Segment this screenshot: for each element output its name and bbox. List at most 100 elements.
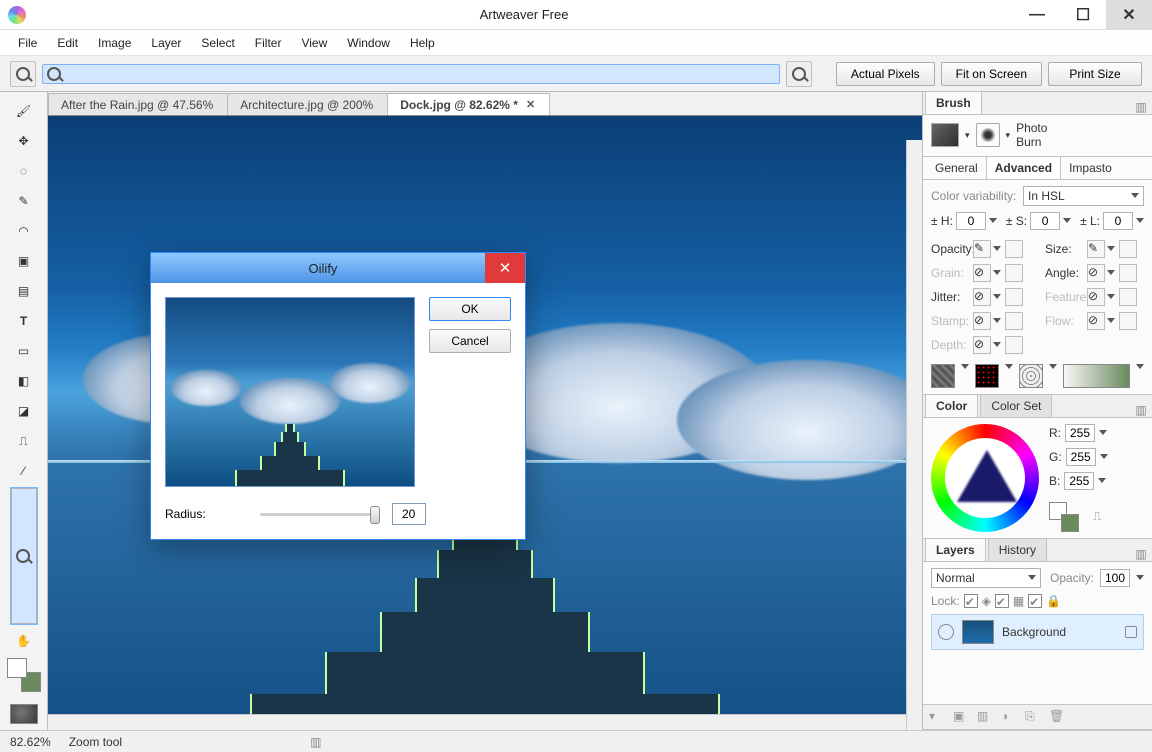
status-handle-icon[interactable]: ▥ [310,735,321,749]
dialog-close-button[interactable]: ✕ [485,253,525,283]
zoom-tool-icon[interactable] [11,488,37,624]
radius-slider[interactable] [260,504,380,524]
menu-filter[interactable]: Filter [245,32,292,54]
fit-on-screen-button[interactable]: Fit on Screen [941,62,1042,86]
toggle-icon[interactable] [1119,240,1137,258]
color-wheel[interactable] [931,424,1039,532]
toggle-icon[interactable] [1119,312,1137,330]
duplicate-layer-icon[interactable]: ⎘ [1025,709,1041,725]
chevron-down-icon[interactable] [1005,364,1013,369]
actual-pixels-button[interactable]: Actual Pixels [836,62,935,86]
expr-icon[interactable]: ⊘ [973,336,991,354]
brush-subtab-advanced[interactable]: Advanced [986,157,1061,179]
menu-select[interactable]: Select [191,32,244,54]
fill-tool-icon[interactable]: ▭ [11,338,37,364]
menu-help[interactable]: Help [400,32,445,54]
chevron-down-icon[interactable] [993,318,1001,323]
window-minimize-button[interactable]: — [1014,0,1060,30]
expr-icon[interactable]: ✎ [1087,240,1105,258]
crop-tool-icon[interactable]: ▣ [11,248,37,274]
chevron-down-icon[interactable] [989,218,997,223]
chevron-down-icon[interactable] [993,270,1001,275]
shape-tool-icon[interactable]: ◠ [11,218,37,244]
eyedropper-tool-icon[interactable]: ⁄ [11,458,37,484]
vertical-scrollbar[interactable] [906,140,922,730]
color-set-tab[interactable]: Color Set [980,394,1052,417]
perspective-tool-icon[interactable]: ▤ [11,278,37,304]
lasso-tool-icon[interactable]: ◌ [11,158,37,184]
expr-icon[interactable]: ⊘ [1087,288,1105,306]
print-size-button[interactable]: Print Size [1048,62,1142,86]
doc-tab[interactable]: Architecture.jpg @ 200% [227,93,388,115]
layer-visibility-icon[interactable] [938,624,954,640]
canvas[interactable]: Oilify ✕ [48,116,922,730]
layers-tab[interactable]: Layers [925,538,986,561]
paper-texture-icon[interactable] [931,364,955,388]
dialog-ok-button[interactable]: OK [429,297,511,321]
menu-file[interactable]: File [8,32,47,54]
chevron-down-icon[interactable] [1049,364,1057,369]
toggle-icon[interactable] [1005,336,1023,354]
doc-tab[interactable]: Dock.jpg @ 82.62% *✕ [387,93,550,115]
brush-subtab-general[interactable]: General [927,157,986,179]
expr-icon[interactable]: ✎ [973,240,991,258]
brush-tip-icon[interactable] [976,123,1000,147]
add-mask-icon[interactable]: ◑ [1001,709,1017,725]
window-close-button[interactable]: ✕ [1106,0,1152,30]
pattern-icon[interactable] [1019,364,1043,388]
hsl-s-input[interactable] [1030,212,1060,230]
nozzle-icon[interactable] [975,364,999,388]
color-variability-select[interactable]: In HSL [1023,186,1144,206]
horizontal-scrollbar[interactable] [48,714,906,730]
brush-category-icon[interactable] [931,123,959,147]
color-swatches[interactable] [7,658,41,692]
texture-thumb-icon[interactable] [10,704,38,724]
chevron-down-icon[interactable] [1136,575,1144,580]
add-color-icon[interactable]: ⎍ [1093,509,1101,524]
expr-icon[interactable]: ⊘ [973,312,991,330]
expr-icon[interactable]: ⊘ [973,264,991,282]
chevron-down-icon[interactable] [993,342,1001,347]
chevron-down-icon[interactable] [1098,478,1106,483]
doc-tab[interactable]: After the Rain.jpg @ 47.56% [48,93,228,115]
chevron-down-icon[interactable] [1107,318,1115,323]
radius-input[interactable] [392,503,426,525]
color-tab[interactable]: Color [925,394,978,417]
hsl-l-input[interactable] [1103,212,1133,230]
zoom-mode-normal-icon[interactable] [10,61,36,87]
expr-icon[interactable]: ⊘ [973,288,991,306]
dropdown-icon[interactable]: ▾ [1006,130,1011,141]
lock-pixels-check[interactable]: ✔ [995,594,1009,608]
gradient-swatch[interactable] [1063,364,1130,388]
active-colors-swatch[interactable] [1049,502,1079,532]
layer-opacity-input[interactable] [1100,569,1130,587]
zoom-mode-in-icon[interactable] [42,64,780,84]
pen-tool-icon[interactable]: ✎ [11,188,37,214]
chevron-down-icon[interactable] [1107,270,1115,275]
menu-window[interactable]: Window [337,32,400,54]
dropdown-icon[interactable]: ▾ [965,130,970,141]
brush-subtab-impasto[interactable]: Impasto [1061,157,1120,179]
layer-menu-icon[interactable]: ▾ [929,709,945,725]
gradient-tool-icon[interactable]: ◧ [11,368,37,394]
foreground-color-swatch[interactable] [7,658,27,678]
window-maximize-button[interactable]: ☐ [1060,0,1106,30]
menu-view[interactable]: View [291,32,337,54]
menu-edit[interactable]: Edit [47,32,88,54]
panel-menu-icon[interactable]: ▥ [1134,100,1152,114]
lock-all-check[interactable]: ✔ [1028,594,1042,608]
chevron-down-icon[interactable] [993,294,1001,299]
lock-transparent-check[interactable]: ✔ [964,594,978,608]
new-group-icon[interactable]: ▥ [977,709,993,725]
chevron-down-icon[interactable] [993,246,1001,251]
chevron-down-icon[interactable] [1063,218,1071,223]
panel-menu-icon[interactable]: ▥ [1134,547,1152,561]
chevron-down-icon[interactable] [1099,430,1107,435]
chevron-down-icon[interactable] [1107,246,1115,251]
menu-image[interactable]: Image [88,32,141,54]
menu-layer[interactable]: Layer [141,32,191,54]
panel-menu-icon[interactable]: ▥ [1134,403,1152,417]
layer-row[interactable]: Background [931,614,1144,650]
stamp-tool-icon[interactable]: ⎍ [11,428,37,454]
move-tool-icon[interactable]: ✥ [11,128,37,154]
